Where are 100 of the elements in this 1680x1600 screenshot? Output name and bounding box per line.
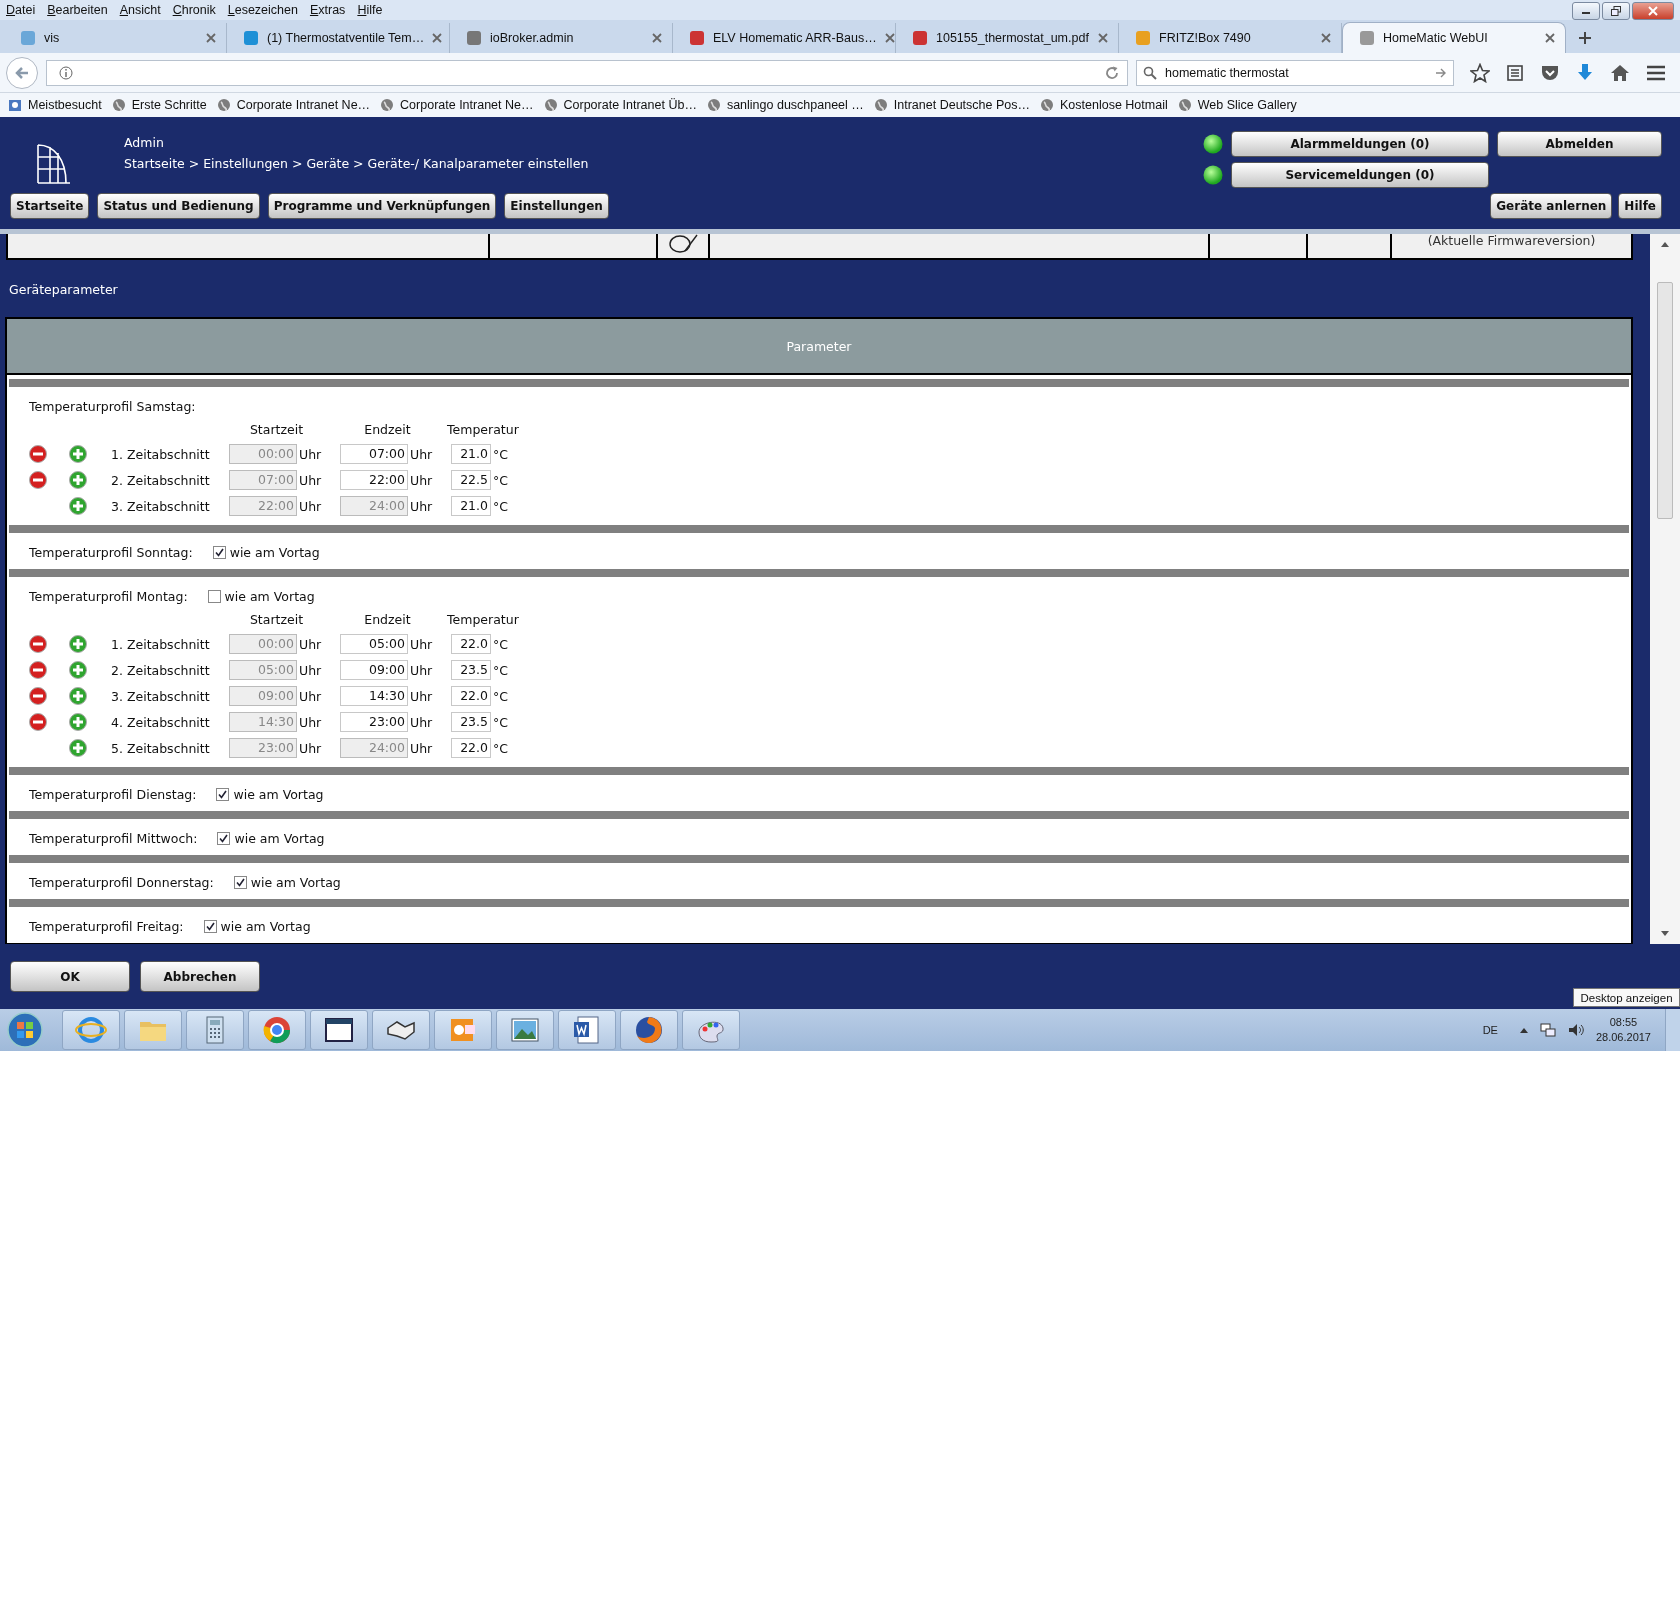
nav-button[interactable]: Startseite	[10, 193, 90, 219]
checkbox[interactable]	[217, 831, 231, 845]
close-icon[interactable]	[1545, 33, 1555, 43]
time-field[interactable]: 09:00	[340, 660, 408, 680]
tab-title: FRITZ!Box 7490	[1159, 31, 1252, 45]
temperature-field[interactable]: 23.5	[451, 712, 491, 732]
bookmark[interactable]: Corporate Intranet Üb…	[543, 98, 697, 112]
add-icon[interactable]	[69, 661, 87, 679]
add-icon[interactable]	[69, 713, 87, 731]
temperature-field[interactable]: 21.0	[451, 444, 491, 464]
add-icon[interactable]	[69, 739, 87, 757]
checkbox[interactable]	[203, 919, 217, 933]
restore-button[interactable]	[1602, 2, 1630, 20]
temperature-field[interactable]: 22.0	[451, 738, 491, 758]
time-field[interactable]: 22:00	[340, 470, 408, 490]
add-icon[interactable]	[69, 497, 87, 515]
reading-list-icon[interactable]	[1506, 63, 1524, 82]
messages-button[interactable]: Servicemeldungen (0)	[1231, 162, 1489, 188]
nav-button[interactable]: Programme und Verknüpfungen	[267, 193, 497, 219]
scrollbar[interactable]	[1650, 234, 1680, 944]
bookmark[interactable]: Corporate Intranet Ne…	[380, 98, 534, 112]
unit-label: °C	[492, 498, 509, 514]
pocket-icon[interactable]	[1540, 63, 1560, 82]
menu-icon[interactable]	[1646, 64, 1666, 81]
checkbox[interactable]	[212, 545, 226, 559]
clock[interactable]: 08:55 28.06.2017	[1595, 1015, 1651, 1045]
taskbar-button[interactable]	[310, 1010, 368, 1050]
close-icon[interactable]	[1321, 33, 1331, 43]
nav-button[interactable]: Status und Bedienung	[97, 193, 260, 219]
close-icon[interactable]	[206, 33, 216, 43]
menu-item[interactable]: Datei	[6, 3, 36, 17]
header-button[interactable]: Hilfe	[1618, 193, 1662, 219]
remove-icon[interactable]	[29, 713, 47, 731]
close-icon[interactable]	[432, 33, 443, 43]
add-icon[interactable]	[69, 635, 87, 653]
nav-button[interactable]: Einstellungen	[504, 193, 609, 219]
remove-icon[interactable]	[29, 635, 47, 653]
bookmark[interactable]: Corporate Intranet Ne…	[216, 98, 371, 112]
menu-item[interactable]: Extras	[309, 3, 346, 17]
add-icon[interactable]	[69, 445, 87, 463]
column-header: Startzeit	[248, 421, 305, 437]
close-icon[interactable]	[652, 33, 662, 43]
star-icon[interactable]	[1470, 62, 1490, 83]
remove-icon[interactable]	[29, 687, 47, 705]
remove-icon[interactable]	[29, 471, 47, 489]
scroll-thumb[interactable]	[1657, 282, 1673, 519]
time-field[interactable]: 23:00	[340, 712, 408, 732]
time-field[interactable]: 07:00	[340, 444, 408, 464]
close-icon[interactable]	[884, 33, 895, 43]
network-icon[interactable]	[1539, 1022, 1556, 1038]
bookmark[interactable]: Meistbesucht	[8, 98, 102, 112]
remove-icon[interactable]	[29, 661, 47, 679]
taskbar-button[interactable]	[620, 1010, 678, 1050]
taskbar-button[interactable]	[372, 1010, 430, 1050]
messages-button[interactable]: Alarmmeldungen (0)	[1231, 131, 1489, 157]
caret-icon[interactable]	[1519, 1027, 1528, 1033]
checkbox[interactable]	[207, 589, 221, 603]
logout-button[interactable]: Abmelden	[1497, 131, 1662, 157]
globe-icon	[1177, 98, 1192, 112]
time-field[interactable]: 05:00	[340, 634, 408, 654]
add-icon[interactable]	[69, 687, 87, 705]
temperature-field[interactable]: 22.0	[451, 634, 491, 654]
bookmark[interactable]: sanlingo duschpaneel …	[706, 98, 864, 112]
new-tab-icon[interactable]	[1578, 31, 1592, 45]
back-button[interactable]	[6, 56, 38, 89]
taskbar-button[interactable]	[558, 1010, 616, 1050]
menu-item[interactable]: Lesezeichen	[227, 3, 298, 17]
checkbox[interactable]	[216, 787, 230, 801]
close-button[interactable]	[1632, 2, 1674, 20]
dialog-button[interactable]: Abbrechen	[140, 961, 260, 992]
search-field[interactable]: homematic thermostat	[1136, 59, 1454, 86]
browser-tab[interactable]: HomeMatic WebUI	[1342, 22, 1566, 53]
close-icon[interactable]	[1098, 33, 1108, 43]
dialog-button[interactable]: OK	[10, 961, 130, 992]
language-indicator[interactable]: DE	[1482, 1024, 1498, 1036]
temperature-field[interactable]: 22.5	[451, 470, 491, 490]
menu-item[interactable]: Ansicht	[119, 3, 161, 17]
back-arrow-icon	[14, 64, 30, 81]
menu-item[interactable]: Hilfe	[357, 3, 383, 17]
menu-item[interactable]: Chronik	[172, 3, 216, 17]
speaker-icon[interactable]	[1567, 1022, 1584, 1038]
add-icon[interactable]	[69, 471, 87, 489]
reload-icon[interactable]	[1105, 65, 1119, 80]
bookmark[interactable]: Web Slice Gallery	[1177, 98, 1297, 112]
temperature-field[interactable]: 22.0	[451, 686, 491, 706]
bookmark[interactable]: Kostenlose Hotmail	[1040, 98, 1168, 112]
temperature-field[interactable]: 23.5	[451, 660, 491, 680]
time-field[interactable]: 14:30	[340, 686, 408, 706]
bookmark[interactable]: Intranet Deutsche Pos…	[873, 98, 1030, 112]
checkbox[interactable]	[233, 875, 247, 889]
address-field[interactable]	[46, 59, 1128, 86]
minimize-button[interactable]	[1572, 2, 1600, 20]
start-button[interactable]	[6, 1011, 44, 1049]
bookmark[interactable]: Erste Schritte	[111, 98, 207, 112]
header-button[interactable]: Geräte anlernen	[1490, 193, 1613, 219]
temperature-field[interactable]: 21.0	[451, 496, 491, 516]
menu-item[interactable]: Bearbeiten	[47, 3, 108, 17]
home-icon[interactable]	[1610, 63, 1630, 82]
remove-icon[interactable]	[29, 445, 47, 463]
scroll-down-icon	[1660, 930, 1670, 938]
